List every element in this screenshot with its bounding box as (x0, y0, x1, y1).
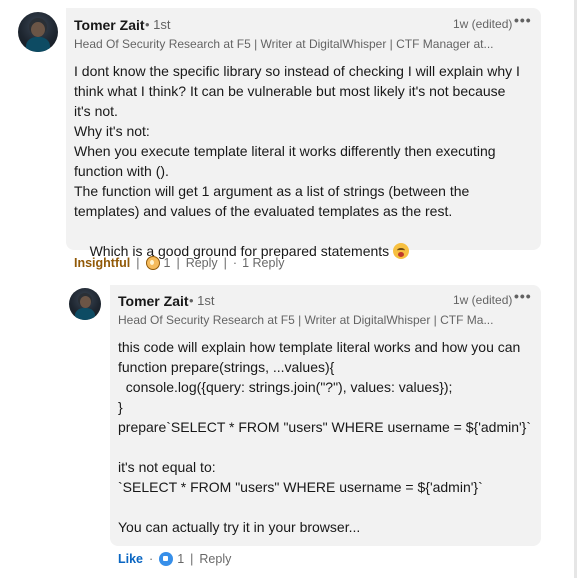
comment-line: templates) and values of the evaluated t… (74, 203, 453, 219)
more-horizontal-icon[interactable]: ••• (514, 12, 532, 28)
comment-line: When you execute template literal it wor… (74, 143, 496, 159)
reply-line: console.log({query: strings.join("?"), v… (118, 379, 453, 395)
author-name[interactable]: Tomer Zait (74, 17, 145, 33)
connection-degree: • 1st (145, 17, 171, 32)
reply-button[interactable]: Reply (186, 256, 218, 270)
reply-line: You can actually try it in your browser.… (118, 519, 361, 535)
replies-count-link[interactable]: 1 Reply (242, 256, 284, 270)
separator: | (176, 256, 180, 270)
avatar-face (31, 22, 45, 37)
reaction-count[interactable]: 1 (177, 552, 184, 566)
more-horizontal-icon[interactable]: ••• (514, 288, 532, 304)
face-emoji-icon (393, 243, 410, 259)
reply-line: } (118, 399, 123, 415)
author-headline: Head Of Security Research at F5 | Writer… (74, 37, 494, 51)
dot-separator: · (232, 256, 238, 270)
separator: | (136, 256, 140, 270)
avatar-body (26, 37, 50, 52)
separator: | (190, 552, 194, 566)
comment-line-last: Which is a good ground for prepared stat… (74, 221, 410, 281)
avatar[interactable] (18, 12, 58, 52)
comment-line: The function will get 1 argument as a li… (74, 183, 470, 199)
reply-avatar[interactable] (69, 288, 101, 320)
reply-actions: Like · 1 | Reply (118, 552, 231, 566)
reaction-count[interactable]: 1 (164, 256, 171, 270)
reply-line: this code will explain how template lite… (118, 339, 521, 355)
reply-line: `SELECT * FROM "users" WHERE username = … (118, 479, 483, 495)
reply-line: it's not equal to: (118, 459, 216, 475)
reply-connection-degree: • 1st (189, 293, 215, 308)
comment-line: function with (). (74, 163, 169, 179)
reply-author-name[interactable]: Tomer Zait (118, 293, 189, 309)
insightful-bulb-icon[interactable] (145, 256, 160, 270)
comment-line: Why it's not: (74, 123, 150, 139)
comment-line: think what I think? It can be vulnerable… (74, 83, 506, 99)
reply-timestamp: 1w (edited) (453, 293, 513, 307)
like-button[interactable]: Like (118, 552, 143, 566)
avatar-face (79, 296, 91, 308)
reply-line: prepare`SELECT * FROM "users" WHERE user… (118, 419, 532, 435)
reply-button[interactable]: Reply (199, 552, 231, 566)
comment-actions: Insightful | 1 | Reply | · 1 Reply (74, 256, 284, 270)
avatar-body (75, 308, 95, 320)
insightful-reaction-button[interactable]: Insightful (74, 256, 130, 270)
separator: | (223, 256, 227, 270)
comment-line: I dont know the specific library so inst… (74, 63, 520, 79)
like-thumb-icon[interactable] (159, 552, 174, 566)
reply-author-headline: Head Of Security Research at F5 | Writer… (118, 313, 494, 327)
dot-separator: · (149, 552, 154, 566)
reply-line: function prepare(strings, ...values){ (118, 359, 335, 375)
comment-line: it's not. (74, 103, 118, 119)
comment-timestamp: 1w (edited) (453, 17, 513, 31)
